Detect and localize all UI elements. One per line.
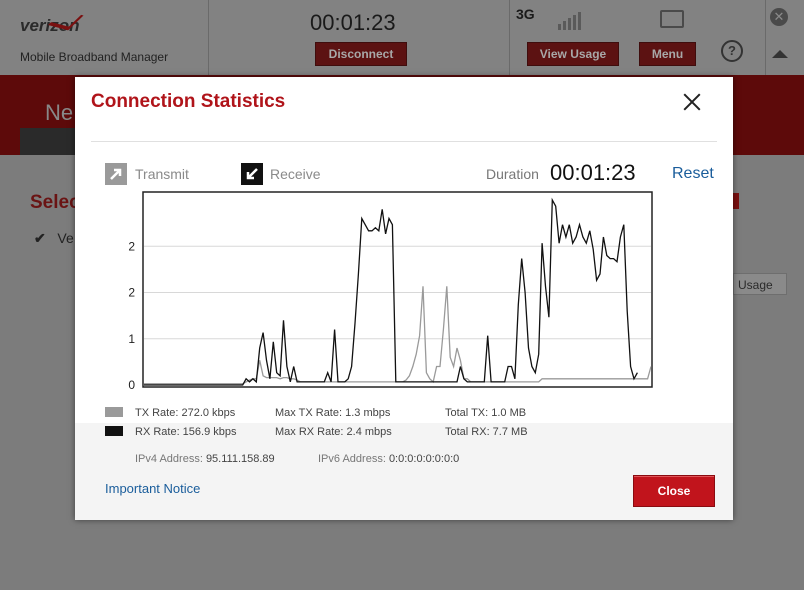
y-tick-label: 2 <box>128 239 135 253</box>
banner-heading: Ne <box>45 100 74 125</box>
red-marker <box>733 193 739 209</box>
select-heading: Selec <box>30 192 80 213</box>
throughput-chart: 0 1 2 2 <box>128 191 653 392</box>
connection-statistics-dialog: Connection Statistics Transmit Receive D… <box>75 77 733 520</box>
dialog-title: Connection Statistics <box>91 91 286 112</box>
ipv4-label: IPv4 Address: <box>135 453 203 465</box>
plot-area <box>142 191 653 388</box>
messages-icon[interactable] <box>660 10 684 28</box>
view-usage-button[interactable]: View Usage <box>527 42 619 66</box>
help-icon[interactable]: ? <box>721 40 743 62</box>
network-list-item[interactable]: ✔ Ve <box>34 230 74 247</box>
ipv6-label: IPv6 Address: <box>318 453 386 465</box>
y-tick-label: 1 <box>128 332 135 346</box>
duration-label: Duration <box>486 166 539 182</box>
receive-label: Receive <box>270 166 321 182</box>
rx-swatch <box>105 426 123 436</box>
collapse-caret-icon[interactable] <box>772 50 788 58</box>
app-subtitle: Mobile Broadband Manager <box>20 50 169 64</box>
duration-value: 00:01:23 <box>550 160 636 185</box>
transmit-label: Transmit <box>135 166 189 182</box>
y-tick-label: 2 <box>128 286 135 300</box>
connection-timer: 00:01:23 <box>310 10 396 35</box>
receive-icon <box>241 163 263 185</box>
y-tick-label: 0 <box>128 378 135 392</box>
total-tx: Total TX: 1.0 MB <box>445 407 527 419</box>
app-close-icon[interactable]: ✕ <box>770 8 788 26</box>
close-button[interactable]: Close <box>633 475 715 507</box>
rx-rate: RX Rate: 156.9 kbps <box>135 426 237 438</box>
network-type-label: 3G <box>516 6 535 22</box>
tx-swatch <box>105 407 123 417</box>
ipv4-address: IPv4 Address: 95.111.158.89 <box>135 453 275 465</box>
max-tx-rate: Max TX Rate: 1.3 mbps <box>275 407 391 419</box>
menu-button[interactable]: Menu <box>639 42 696 66</box>
reset-link[interactable]: Reset <box>672 165 714 183</box>
signal-strength-icon <box>558 12 583 30</box>
max-rx-rate: Max RX Rate: 2.4 mbps <box>275 426 392 438</box>
important-notice-link[interactable]: Important Notice <box>105 481 200 496</box>
divider <box>91 141 717 142</box>
transmit-icon <box>105 163 127 185</box>
ipv6-value: 0:0:0:0:0:0:0:0 <box>388 453 460 465</box>
total-rx: Total RX: 7.7 MB <box>445 426 528 438</box>
network-list-item-label: Ve <box>57 230 74 246</box>
tx-rate: TX Rate: 272.0 kbps <box>135 407 236 419</box>
ipv4-value: 95.111.158.89 <box>205 453 275 465</box>
usage-button[interactable]: Usage <box>733 273 787 295</box>
dialog-close-icon[interactable] <box>679 89 705 115</box>
banner-tab <box>20 128 80 155</box>
disconnect-button[interactable]: Disconnect <box>315 42 407 66</box>
ipv6-address: IPv6 Address: 0:0:0:0:0:0:0:0 <box>318 453 459 465</box>
checkmark-icon: ✔ <box>34 230 46 246</box>
